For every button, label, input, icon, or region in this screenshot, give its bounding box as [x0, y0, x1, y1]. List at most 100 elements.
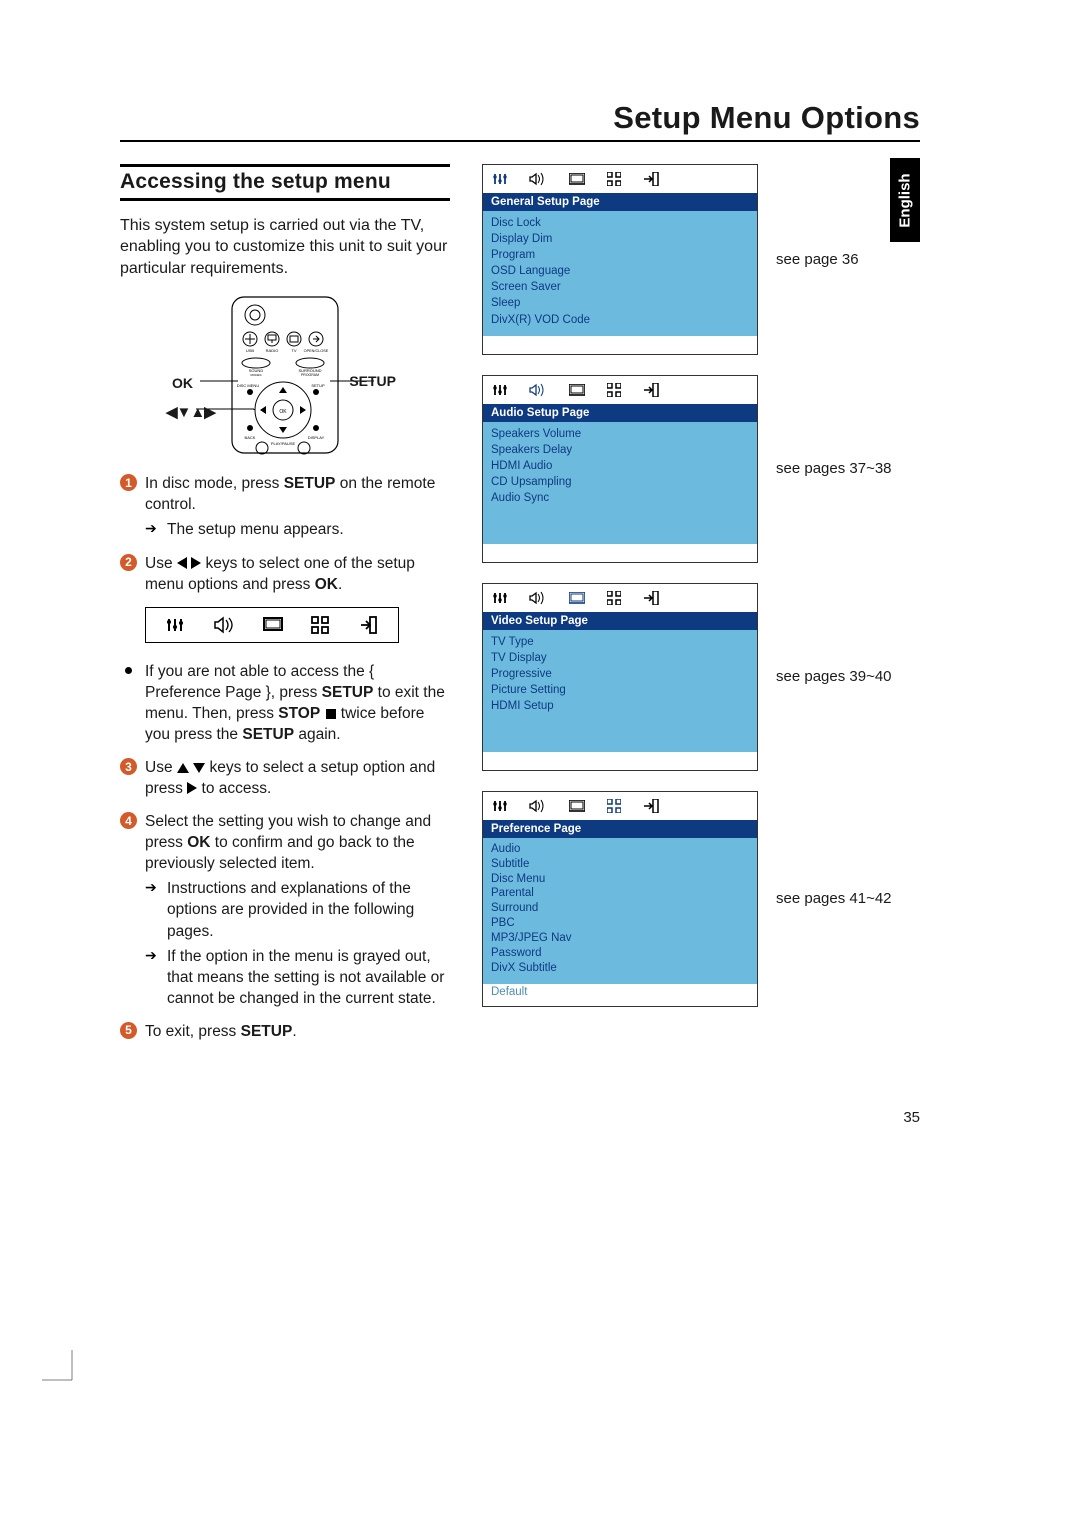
step-2: 2 Use keys to select one of the setup me…: [120, 553, 450, 595]
page-number: 35: [903, 1109, 920, 1126]
step-1-result: The setup menu appears.: [145, 519, 450, 540]
step-1: 1 In disc mode, press SETUP on the remot…: [120, 473, 450, 540]
menu-header: Audio Setup Page: [483, 404, 757, 422]
remote-ok-label: OK: [172, 375, 193, 391]
menu-item: Program: [491, 247, 749, 263]
menu-item: MP3/JPEG Nav: [491, 931, 749, 946]
page-title: Setup Menu Options: [120, 100, 920, 142]
grid-icon: [607, 172, 621, 186]
svg-text:OPEN/CLOSE: OPEN/CLOSE: [304, 349, 329, 353]
menu-item: Speakers Volume: [491, 426, 749, 442]
menu-header: General Setup Page: [483, 193, 757, 211]
step-num: 4: [120, 812, 137, 829]
step-num: 2: [120, 554, 137, 571]
svg-text:DISPLAY: DISPLAY: [308, 435, 325, 440]
video-setup-menu: Video Setup Page TV Type TV Display Prog…: [482, 583, 758, 771]
menu-item: PBC: [491, 916, 749, 931]
screen-icon: [569, 592, 585, 604]
menu-item: HDMI Audio: [491, 458, 749, 474]
sliders-icon: [493, 591, 507, 605]
note-bullet: If you are not able to access the { Pref…: [120, 661, 450, 745]
menu-item: Audio: [491, 842, 749, 857]
menu-item: OSD Language: [491, 263, 749, 279]
see-page-ref: see page 36: [776, 250, 859, 270]
speaker-icon: [529, 383, 547, 397]
sliders-icon: [493, 172, 507, 186]
sliders-icon: [493, 799, 507, 813]
menu-item: Screen Saver: [491, 279, 749, 295]
menu-item-dimmed: Default: [491, 986, 527, 998]
setup-icon-bar: [145, 607, 399, 643]
step-num: 5: [120, 1022, 137, 1039]
sliders-icon: [493, 383, 507, 397]
preference-menu: Preference Page Audio Subtitle Disc Menu…: [482, 791, 758, 1007]
svg-text:PLAY/PAUSE: PLAY/PAUSE: [271, 441, 296, 446]
menu-item: HDMI Setup: [491, 698, 749, 714]
step-num: 1: [120, 474, 137, 491]
svg-text:OK: OK: [279, 409, 287, 415]
menu-item: Password: [491, 946, 749, 961]
grid-icon: [607, 591, 621, 605]
menu-item: TV Display: [491, 650, 749, 666]
menu-item: TV Type: [491, 634, 749, 650]
menu-item: Disc Menu: [491, 872, 749, 887]
remote-figure: OK SETUP ◀▼▲▶ USB RADIO TV: [120, 295, 450, 455]
see-page-ref: see pages 37~38: [776, 459, 892, 479]
grid-icon: [607, 383, 621, 397]
exit-icon: [643, 172, 659, 186]
svg-text:SETUP: SETUP: [311, 383, 325, 388]
svg-text:DISC MENU: DISC MENU: [237, 383, 260, 388]
audio-setup-menu: Audio Setup Page Speakers Volume Speaker…: [482, 375, 758, 563]
menu-item: Speakers Delay: [491, 442, 749, 458]
menu-item: Disc Lock: [491, 215, 749, 231]
screen-icon: [263, 617, 283, 633]
menu-item: DivX Subtitle: [491, 961, 749, 976]
menu-item: Audio Sync: [491, 490, 749, 506]
screen-icon: [569, 384, 585, 396]
speaker-icon: [213, 616, 235, 634]
menu-item: Subtitle: [491, 857, 749, 872]
svg-text:USB: USB: [246, 348, 255, 353]
step-num: 3: [120, 758, 137, 775]
screen-icon: [569, 800, 585, 812]
exit-icon: [358, 616, 378, 634]
speaker-icon: [529, 799, 547, 813]
step-4-sub1: Instructions and explanations of the opt…: [145, 878, 450, 941]
see-page-ref: see pages 39~40: [776, 667, 892, 687]
sliders-icon: [166, 616, 184, 634]
menu-header: Preference Page: [483, 820, 757, 838]
screen-icon: [569, 173, 585, 185]
grid-icon: [607, 799, 621, 813]
menu-header: Video Setup Page: [483, 612, 757, 630]
menu-item: DivX(R) VOD Code: [491, 312, 749, 328]
svg-text:BACK: BACK: [245, 435, 256, 440]
speaker-icon: [529, 172, 547, 186]
svg-text:PROGRAM: PROGRAM: [301, 373, 319, 377]
grid-icon: [311, 616, 329, 634]
step-4: 4 Select the setting you wish to change …: [120, 811, 450, 1009]
svg-text:MODES: MODES: [250, 373, 261, 377]
menu-item: Display Dim: [491, 231, 749, 247]
language-tab: English: [890, 158, 920, 242]
exit-icon: [643, 591, 659, 605]
menu-item: CD Upsampling: [491, 474, 749, 490]
general-setup-menu: General Setup Page Disc Lock Display Dim…: [482, 164, 758, 355]
exit-icon: [643, 799, 659, 813]
menu-item: Sleep: [491, 295, 749, 311]
step-5: 5 To exit, press SETUP.: [120, 1021, 450, 1042]
menu-item: Picture Setting: [491, 682, 749, 698]
stop-icon: [326, 709, 336, 719]
speaker-icon: [529, 591, 547, 605]
svg-text:RADIO: RADIO: [266, 348, 279, 353]
exit-icon: [643, 383, 659, 397]
svg-text:TV: TV: [291, 348, 296, 353]
menu-item: Parental: [491, 886, 749, 901]
step-3: 3 Use keys to select a setup option and …: [120, 757, 450, 799]
intro-text: This system setup is carried out via the…: [120, 215, 450, 279]
remote-arrows-label: ◀▼▲▶: [166, 403, 215, 421]
section-heading: Accessing the setup menu: [120, 164, 450, 201]
see-page-ref: see pages 41~42: [776, 889, 892, 909]
menu-item: Progressive: [491, 666, 749, 682]
menu-item: Surround: [491, 901, 749, 916]
remote-setup-label: SETUP: [349, 373, 396, 389]
